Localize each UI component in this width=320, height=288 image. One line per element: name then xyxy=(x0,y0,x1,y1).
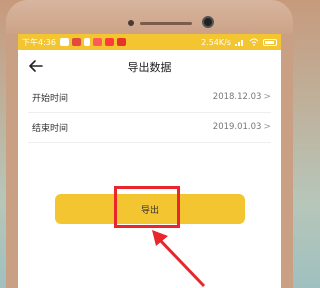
phone-bezel xyxy=(6,0,293,34)
front-camera-icon xyxy=(202,16,214,28)
phone-frame: 下午4:36 2.54K/s 导出数据 开始时间 2018.12.03 > 结束… xyxy=(6,0,293,288)
speaker-grille xyxy=(140,22,192,25)
app-screen: 下午4:36 2.54K/s 导出数据 开始时间 2018.12.03 > 结束… xyxy=(18,34,281,288)
sensor-icon xyxy=(128,20,134,26)
annotation-arrow-icon xyxy=(152,230,206,288)
